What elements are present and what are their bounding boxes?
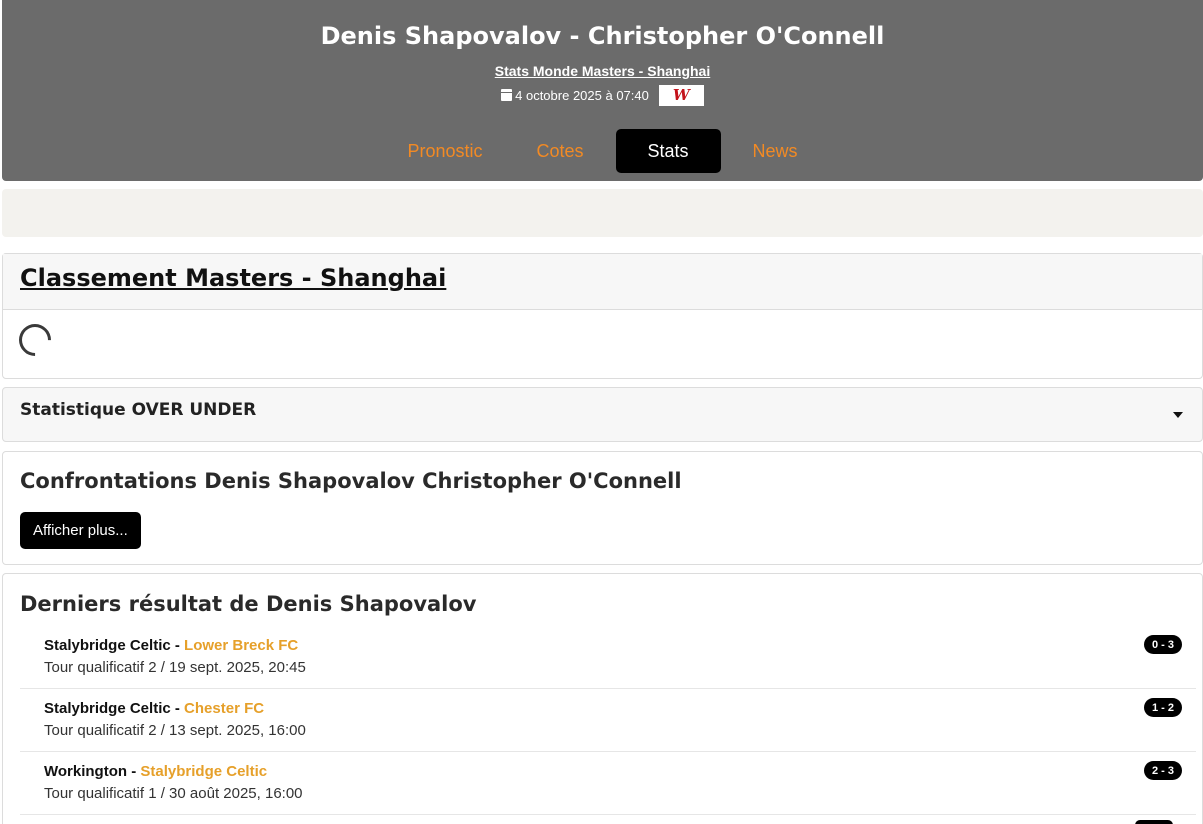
match-header: Denis Shapovalov - Christopher O'Connell…: [2, 0, 1203, 181]
tab-stats[interactable]: Stats: [615, 129, 721, 173]
over-under-accordion[interactable]: Statistique OVER UNDER: [2, 387, 1203, 442]
calendar-icon: [501, 89, 513, 101]
home-team: Workington: [44, 763, 128, 780]
competition-link[interactable]: Stats Monde Masters - Shanghai: [2, 63, 1203, 79]
tabs-nav: Pronostic Cotes Stats News: [2, 129, 1203, 173]
match-date: 4 octobre 2025 à 07:40: [515, 87, 649, 103]
tab-cotes[interactable]: Cotes: [514, 129, 605, 173]
result-teams: Stalybridge Celtic - Chester FC: [44, 700, 265, 717]
home-team: Stalybridge Celtic: [44, 637, 171, 654]
result-teams: Workington - Stalybridge Celtic: [44, 763, 268, 780]
away-team: Stalybridge Celtic: [140, 763, 268, 780]
loading-spinner-icon: [12, 317, 58, 363]
score-badge-partial: [1135, 820, 1173, 824]
results-list: Stalybridge Celtic - Lower Breck FC Tour…: [20, 626, 1196, 815]
last-results-title: Derniers résultat de Denis Shapovalov: [20, 592, 477, 616]
away-team: Chester FC: [184, 700, 265, 717]
tab-pronostic[interactable]: Pronostic: [385, 129, 504, 173]
tv-channel-logo: W: [658, 84, 704, 106]
last-results-card: Derniers résultat de Denis Shapovalov St…: [2, 573, 1203, 824]
tab-news[interactable]: News: [731, 129, 820, 173]
result-item[interactable]: Workington - Stalybridge Celtic Tour qua…: [20, 752, 1196, 815]
caret-down-icon[interactable]: [1173, 412, 1183, 418]
head-to-head-card: Confrontations Denis Shapovalov Christop…: [2, 451, 1203, 565]
ad-banner: [2, 189, 1203, 237]
home-team: Stalybridge Celtic: [44, 700, 171, 717]
result-meta: Tour qualificatif 2 / 19 sept. 2025, 20:…: [44, 659, 306, 676]
score-badge: 2 - 3: [1144, 761, 1182, 780]
result-item[interactable]: Stalybridge Celtic - Lower Breck FC Tour…: [20, 626, 1196, 689]
tv-logo-text: W: [672, 86, 690, 104]
match-title: Denis Shapovalov - Christopher O'Connell: [320, 22, 885, 50]
result-teams: Stalybridge Celtic - Lower Breck FC: [44, 637, 299, 654]
score-badge: 0 - 3: [1144, 635, 1182, 654]
over-under-title: Statistique OVER UNDER: [20, 400, 257, 420]
away-team: Lower Breck FC: [184, 637, 299, 654]
result-meta: Tour qualificatif 2 / 13 sept. 2025, 16:…: [44, 722, 306, 739]
ranking-title[interactable]: Classement Masters - Shanghai: [20, 264, 446, 292]
ranking-card: Classement Masters - Shanghai: [2, 253, 1203, 379]
head-to-head-title: Confrontations Denis Shapovalov Christop…: [20, 469, 682, 493]
ranking-header: Classement Masters - Shanghai: [3, 254, 1202, 310]
result-meta: Tour qualificatif 1 / 30 août 2025, 16:0…: [44, 785, 303, 802]
show-more-button[interactable]: Afficher plus...: [20, 512, 141, 549]
match-date-row: 4 octobre 2025 à 07:40 W: [2, 84, 1203, 106]
result-item[interactable]: Stalybridge Celtic - Chester FC Tour qua…: [20, 689, 1196, 752]
score-badge: 1 - 2: [1144, 698, 1182, 717]
